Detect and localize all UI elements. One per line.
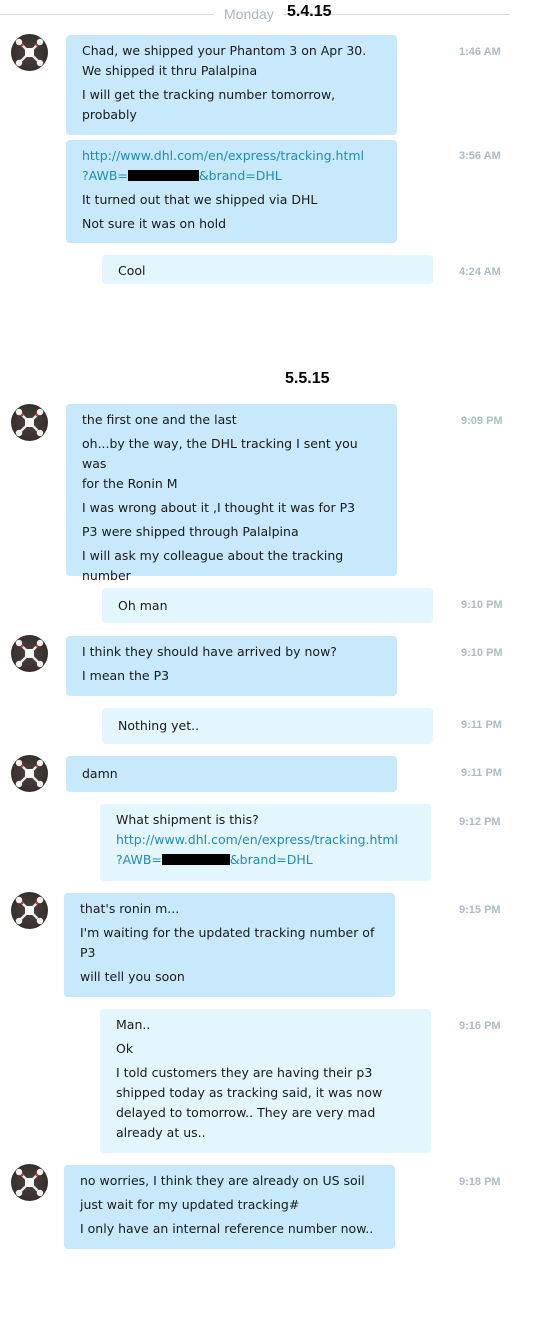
tracking-link[interactable]: http://www.dhl.com/en/express/tracking.h… (116, 830, 415, 850)
message-text: already at us.. (116, 1125, 206, 1140)
message-text: We shipped it thru Palalpina (82, 63, 258, 78)
message-text: I told customers they are having their p… (116, 1065, 373, 1080)
message-timestamp: 9:15 PM (459, 904, 501, 916)
message-bubble-outgoing[interactable]: What shipment is this? http://www.dhl.co… (100, 804, 431, 881)
drone-avatar-icon (15, 38, 44, 67)
message-text: just wait for my updated tracking# (80, 1197, 300, 1212)
message-text: I mean the P3 (82, 668, 170, 683)
message-bubble-incoming[interactable]: http://www.dhl.com/en/express/tracking.h… (66, 140, 397, 243)
drone-avatar-icon (15, 639, 44, 668)
drone-avatar-icon (15, 408, 44, 437)
message-bubble-outgoing[interactable]: Man.. Ok I told customers they are havin… (100, 1009, 431, 1153)
message-timestamp: 9:18 PM (459, 1176, 501, 1188)
tracking-link-awb[interactable]: ?AWB= (116, 852, 162, 867)
tracking-link-brand[interactable]: &brand=DHL (230, 852, 313, 867)
message-timestamp: 3:56 AM (459, 150, 501, 162)
message-text: will tell you soon (80, 969, 185, 984)
message-bubble-outgoing[interactable]: Cool (102, 255, 433, 284)
message-text: I will get the tracking number tomorrow, (82, 87, 336, 102)
message-bubble-incoming[interactable]: I think they should have arrived by now?… (66, 636, 397, 696)
sender-avatar[interactable] (11, 755, 48, 792)
message-text: I only have an internal reference number… (80, 1221, 374, 1236)
message-text: Cool (118, 263, 146, 278)
message-timestamp: 9:09 PM (461, 415, 503, 427)
message-bubble-incoming[interactable]: no worries, I think they are already on … (64, 1165, 395, 1249)
message-text: I will ask my colleague about the tracki… (82, 548, 344, 563)
message-text: that's ronin m... (80, 901, 180, 916)
message-text: Chad, we shipped your Phantom 3 on Apr 3… (82, 43, 367, 58)
message-timestamp: 1:46 AM (459, 46, 501, 58)
redacted-block (161, 854, 230, 865)
message-text: Nothing yet.. (118, 718, 200, 733)
message-text: no worries, I think they are already on … (80, 1173, 365, 1188)
message-text: shipped today as tracking said, it was n… (116, 1085, 383, 1100)
message-timestamp: 9:10 PM (461, 647, 503, 659)
message-text: P3 (80, 945, 96, 960)
message-text: delayed to tomorrow.. They are very mad (116, 1105, 376, 1120)
message-text: Man.. (116, 1017, 151, 1032)
message-timestamp: 9:12 PM (459, 816, 501, 828)
message-text: I think they should have arrived by now? (82, 644, 337, 659)
message-bubble-incoming[interactable]: damn (66, 756, 397, 792)
day-label: Monday (214, 6, 284, 22)
message-bubble-outgoing[interactable]: Nothing yet.. (102, 708, 433, 744)
date-stamp-first: 5.4.15 (287, 3, 332, 20)
sender-avatar[interactable] (11, 34, 48, 71)
drone-avatar-icon (15, 1168, 44, 1197)
message-text: damn (82, 766, 118, 781)
message-text: Ok (116, 1041, 134, 1056)
sender-avatar[interactable] (11, 635, 48, 672)
sender-avatar[interactable] (11, 892, 48, 929)
message-text: number (82, 568, 131, 583)
message-text: Not sure it was on hold (82, 216, 227, 231)
message-timestamp: 9:11 PM (461, 719, 502, 731)
message-text: the first one and the last (82, 412, 237, 427)
message-text: Oh man (118, 598, 168, 613)
tracking-link-awb[interactable]: ?AWB= (82, 168, 128, 183)
message-text: P3 were shipped through Palalpina (82, 524, 299, 539)
message-text: It turned out that we shipped via DHL (82, 192, 318, 207)
message-timestamp: 4:24 AM (459, 266, 501, 278)
date-stamp-second: 5.5.15 (285, 370, 330, 387)
message-bubble-incoming[interactable]: that's ronin m... I'm waiting for the up… (64, 893, 395, 997)
message-text: oh...by the way, the DHL tracking I sent… (82, 436, 358, 471)
message-bubble-incoming[interactable]: the first one and the last oh...by the w… (66, 404, 397, 583)
message-text: What shipment is this? (116, 812, 259, 827)
redacted-block (127, 170, 199, 181)
message-timestamp: 9:16 PM (459, 1020, 501, 1032)
message-bubble-incoming[interactable]: Chad, we shipped your Phantom 3 on Apr 3… (66, 35, 397, 135)
message-text: for the Ronin M (82, 476, 178, 491)
message-bubble-outgoing[interactable]: Oh man (102, 588, 433, 623)
message-text: probably (82, 107, 137, 122)
message-timestamp: 9:11 PM (461, 767, 502, 779)
sender-avatar[interactable] (11, 1164, 48, 1201)
tracking-link[interactable]: http://www.dhl.com/en/express/tracking.h… (82, 146, 381, 166)
drone-avatar-icon (15, 759, 44, 788)
tracking-link-brand[interactable]: &brand=DHL (199, 168, 282, 183)
drone-avatar-icon (15, 896, 44, 925)
message-text: I'm waiting for the updated tracking num… (80, 925, 375, 940)
sender-avatar[interactable] (11, 404, 48, 441)
message-text: I was wrong about it ,I thought it was f… (82, 500, 356, 515)
message-timestamp: 9:10 PM (461, 599, 503, 611)
